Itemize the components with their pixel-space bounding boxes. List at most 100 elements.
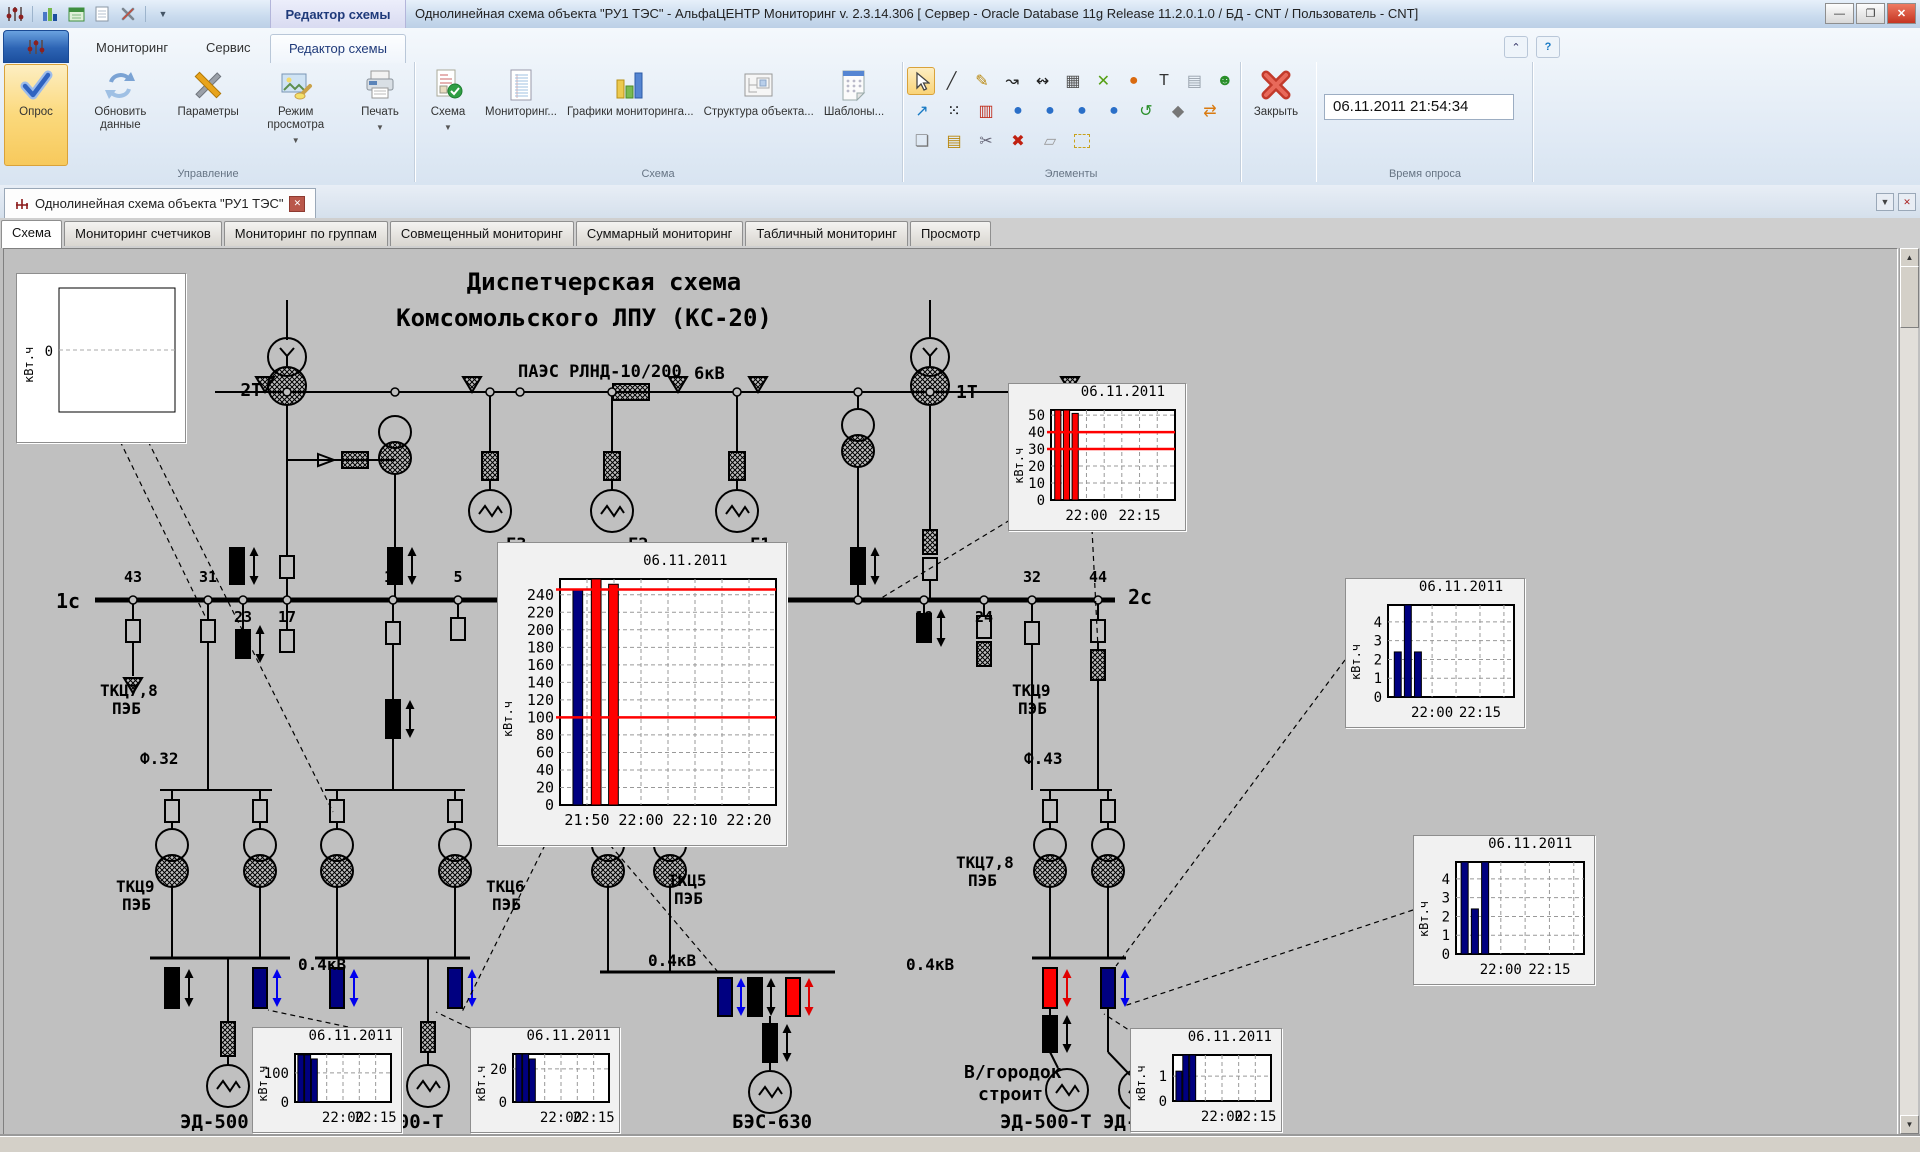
doc-list-dropdown-icon[interactable]: ▼: [1876, 193, 1894, 211]
media-width-tool[interactable]: ●: [1035, 97, 1065, 125]
ribbon-tab-3[interactable]: Редактор схемы: [270, 34, 406, 63]
svg-text:4: 4: [1442, 872, 1450, 888]
polyline-arrow-tool[interactable]: ↭: [1028, 67, 1056, 95]
pen-curve-tool[interactable]: ✎: [968, 67, 996, 95]
svg-text:кВт.ч: кВт.ч: [474, 1066, 488, 1102]
chart-date: 06.11.2011: [1488, 836, 1572, 852]
ribbon-button-label: Шаблоны...: [824, 106, 884, 119]
select-box-tool[interactable]: [1067, 127, 1097, 155]
shuffle-tool[interactable]: ✕: [1089, 67, 1117, 95]
mini-chart-ed500[interactable]: 06.11.2011010022:0022:15кВт.ч: [252, 1027, 402, 1133]
poll-time-field[interactable]: 06.11.2011 21:54:34: [1324, 94, 1514, 120]
help-icon[interactable]: ?: [1536, 36, 1560, 58]
app-button[interactable]: [3, 30, 69, 63]
curve-arrow-tool[interactable]: ↝: [998, 67, 1026, 95]
ribbon-group-Время опроса: 06.11.2011 21:54:34Время опроса: [1318, 62, 1533, 182]
view-tab-мониторинг-счетчиков[interactable]: Мониторинг счетчиков: [64, 221, 222, 246]
contextual-tab-header[interactable]: Редактор схемы: [270, 0, 406, 29]
close-red-x-icon: [1259, 68, 1293, 102]
paste-tool[interactable]: ▤: [939, 127, 969, 155]
collapse-ribbon-icon[interactable]: ⌃: [1504, 36, 1528, 58]
svg-text:200: 200: [527, 621, 554, 639]
tools-icon: [191, 68, 225, 102]
grid-dots-tool[interactable]: ⁙: [939, 97, 969, 125]
scroll-down-icon[interactable]: ▼: [1900, 1115, 1919, 1134]
ribbon-button-схема[interactable]: Схема▼: [416, 64, 480, 166]
ribbon-button-шаблоны-[interactable]: Шаблоны...: [819, 64, 889, 166]
ribbon-group-label: Схема: [414, 168, 902, 180]
table-tool[interactable]: ▦: [1059, 67, 1087, 95]
chart-date: 06.11.2011: [1419, 579, 1503, 595]
document-tab[interactable]: Однолинейная схема объекта "РУ1 ТЭС" ✕: [4, 188, 316, 218]
ribbon-button-закрыть[interactable]: Закрыть: [1244, 64, 1308, 166]
view-tab-схема[interactable]: Схема: [1, 220, 62, 248]
mini-chart-gorodok[interactable]: 06.11.20110122:0022:15кВт.ч: [1130, 1028, 1282, 1132]
dropdown-arrow-icon[interactable]: ▼: [152, 4, 174, 24]
monitoring-doc-icon: [504, 68, 538, 102]
mini-chart-g1[interactable]: 06.11.20110102030405022:0022:15кВт.ч: [1008, 383, 1186, 531]
view-tab-мониторинг-по-группам[interactable]: Мониторинг по группам: [224, 221, 388, 246]
svg-text:22:00: 22:00: [618, 811, 663, 829]
pointer-tool[interactable]: [907, 67, 935, 95]
ribbon-button-опрос[interactable]: Опрос: [4, 64, 68, 166]
svg-text:22:00: 22:00: [1065, 508, 1107, 524]
ribbon-group-Элементы: ╱✎↝↭▦✕●T▤☻↗⁙▥●●●●↺◆⇄❏▤✂✖▱Элементы: [902, 62, 1241, 182]
ribbon-button-параметры[interactable]: Параметры: [173, 64, 244, 166]
close-button[interactable]: ✕: [1887, 3, 1916, 24]
text-tool[interactable]: T: [1150, 67, 1178, 95]
ribbon-button-печать[interactable]: Печать▼: [348, 64, 412, 166]
delete-tool[interactable]: ✖: [1003, 127, 1033, 155]
textbox-tool[interactable]: ▤: [1180, 67, 1208, 95]
schematic-canvas[interactable]: [3, 248, 1898, 1136]
view-tab-просмотр[interactable]: Просмотр: [910, 221, 991, 246]
vertical-scrollbar[interactable]: ▲ ▼: [1899, 248, 1918, 1134]
svg-text:140: 140: [527, 673, 554, 691]
ribbon-tab-1[interactable]: Мониторинг: [78, 34, 186, 62]
cut-page-tool[interactable]: ✂: [971, 127, 1001, 155]
ribbon-button-обновить-данные[interactable]: Обновить данные: [68, 64, 173, 166]
tools-icon[interactable]: [117, 4, 139, 24]
minimize-button[interactable]: —: [1825, 3, 1854, 24]
svg-text:3: 3: [1442, 891, 1450, 907]
ribbon-tab-2[interactable]: Сервис: [188, 34, 269, 62]
view-tab-табличный-мониторинг[interactable]: Табличный мониторинг: [745, 221, 908, 246]
ribbon-button-режим-просмотра[interactable]: Режим просмотра▼: [243, 64, 348, 166]
scrollbar-thumb[interactable]: [1900, 266, 1919, 328]
doc-close-icon[interactable]: ✕: [1898, 193, 1916, 211]
scroll-up-icon[interactable]: ▲: [1900, 248, 1919, 267]
mini-chart-right-lower[interactable]: 06.11.20110123422:0022:15кВт.ч: [1413, 835, 1595, 985]
close-doc-icon[interactable]: ✕: [289, 196, 305, 212]
mini-chart-empty[interactable]: 0кВт.ч: [16, 273, 186, 443]
loop-tool[interactable]: ⇄: [1195, 97, 1225, 125]
feed-ball-tool[interactable]: ●: [1120, 67, 1148, 95]
diamond-tool[interactable]: ◆: [1163, 97, 1193, 125]
maximize-button[interactable]: ❐: [1856, 3, 1885, 24]
svg-text:кВт.ч: кВт.ч: [1417, 901, 1431, 937]
rotate-tool[interactable]: ↺: [1131, 97, 1161, 125]
mini-chart-ed500t[interactable]: 06.11.201102022:0022:15кВт.ч: [470, 1027, 620, 1133]
mini-chart-right-upper[interactable]: 06.11.20110123422:0022:15кВт.ч: [1345, 578, 1525, 728]
arrow-tool[interactable]: ↗: [907, 97, 937, 125]
copy-tool[interactable]: ❏: [907, 127, 937, 155]
media-minus-tool[interactable]: ●: [1067, 97, 1097, 125]
chart-columns-icon[interactable]: [39, 4, 61, 24]
view-tab-суммарный-мониторинг[interactable]: Суммарный мониторинг: [576, 221, 744, 246]
line-tool[interactable]: ╱: [937, 67, 965, 95]
media-pause-tool[interactable]: ●: [1003, 97, 1033, 125]
mini-chart-main[interactable]: 06.11.2011020406080100120140160180200220…: [497, 542, 787, 846]
ribbon-button-мониторинг-[interactable]: Мониторинг...: [480, 64, 562, 166]
view-tab-совмещенный-мониторинг[interactable]: Совмещенный мониторинг: [390, 221, 574, 246]
document-icon[interactable]: [91, 4, 113, 24]
user-search-tool[interactable]: ☻: [1211, 67, 1239, 95]
app-sliders-icon[interactable]: [4, 4, 26, 24]
svg-text:100: 100: [527, 708, 554, 726]
ribbon-group-Схема: Схема▼Мониторинг...Графики мониторинга..…: [414, 62, 903, 182]
media-split-tool[interactable]: ●: [1099, 97, 1129, 125]
window-titlebar[interactable]: ▼ Редактор схемы Однолинейная схема объе…: [0, 0, 1920, 29]
ribbon-button-структура-объекта-[interactable]: Структура объекта...: [699, 64, 819, 166]
folder-tool[interactable]: ▱: [1035, 127, 1065, 155]
calendar-icon[interactable]: [65, 4, 87, 24]
chart-frame-tool[interactable]: ▥: [971, 97, 1001, 125]
ribbon-button-графики-мониторинга-[interactable]: Графики мониторинга...: [562, 64, 699, 166]
svg-text:22:15: 22:15: [1459, 705, 1501, 721]
